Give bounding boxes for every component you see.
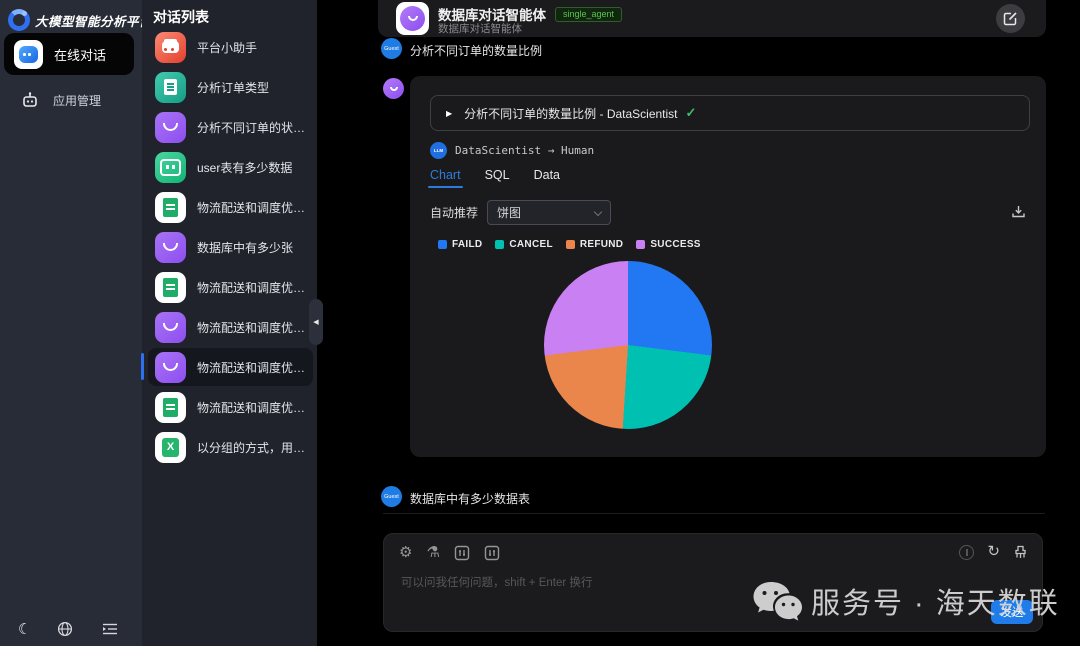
result-tabs: Chart SQL Data: [430, 168, 584, 188]
caret-right-icon: ▶: [446, 109, 452, 118]
legend-item[interactable]: FAILD: [438, 239, 482, 250]
status-circle-icon[interactable]: [959, 545, 974, 560]
sidebar-item-app-management[interactable]: 应用管理: [4, 84, 134, 116]
success-check-icon: ✓: [686, 105, 697, 121]
list-item[interactable]: 物流配送和调度优化...: [148, 268, 313, 306]
chat-header: 数据库对话智能体 single_agent 数据库对话智能体: [378, 0, 1046, 37]
user-message: 数据库中有多少数据表: [410, 490, 530, 507]
composer-placeholder[interactable]: 可以问我任何问题，shift + Enter 换行: [401, 574, 592, 590]
agent-subtitle: 数据库对话智能体: [438, 21, 522, 36]
logo-icon: [8, 9, 30, 31]
sidebar-item-online-chat[interactable]: 在线对话: [4, 33, 134, 75]
agent-avatar-small: [383, 78, 404, 99]
user-avatar: Guest: [381, 486, 402, 507]
step-title: 分析不同订单的数量比例 - DataScientist: [464, 105, 677, 122]
legend-item[interactable]: CANCEL: [495, 239, 552, 250]
list-item[interactable]: 物流配送和调度优化...: [148, 188, 313, 226]
legend-marker: [636, 240, 645, 249]
robot-icon: [21, 91, 39, 109]
refresh-icon[interactable]: ↻: [987, 544, 1000, 560]
list-item[interactable]: 平台小助手: [148, 28, 313, 66]
step-collapse-row[interactable]: ▶ 分析不同订单的数量比例 - DataScientist ✓: [430, 95, 1030, 131]
llm-avatar: LLM: [430, 142, 447, 159]
chart-config-icon-2[interactable]: [484, 545, 500, 561]
book-icon: [155, 272, 186, 303]
legend-marker: [438, 240, 447, 249]
divider: [383, 513, 1045, 514]
conversation-list-panel: 对话列表 平台小助手 分析订单类型 分析不同订单的状态... user表有多少数…: [142, 0, 317, 646]
book-icon: [155, 392, 186, 423]
user-avatar: Guest: [381, 38, 402, 59]
tab-chart[interactable]: Chart: [430, 168, 461, 188]
user-message: 分析不同订单的数量比例: [410, 42, 542, 59]
edit-icon: [1003, 11, 1018, 26]
list-item[interactable]: 物流配送和调度优化...: [148, 388, 313, 426]
list-item[interactable]: 分析订单类型: [148, 68, 313, 106]
agent-icon: [155, 232, 186, 263]
open-edit-button[interactable]: [996, 4, 1025, 33]
chart-legend: FAILD CANCEL REFUND SUCCESS: [438, 239, 714, 250]
panel-collapse-handle[interactable]: ◀: [309, 299, 323, 345]
sidebar-item-label: 在线对话: [54, 45, 106, 64]
collapse-menu-icon[interactable]: [102, 622, 118, 636]
message-composer[interactable]: ⚙ ⚗ ↻ 可以问我任何问题，shift + Enter 换行 发送: [383, 533, 1043, 632]
tab-data[interactable]: Data: [534, 168, 560, 188]
robot-icon: [155, 152, 186, 183]
chart-config-icon[interactable]: [454, 545, 470, 561]
legend-marker: [566, 240, 575, 249]
sidebar-footer: ☾: [0, 616, 142, 642]
collapse-left-icon: ◀: [313, 318, 318, 326]
download-icon: [1011, 204, 1026, 219]
moon-icon[interactable]: ☾: [18, 620, 31, 638]
flask-icon[interactable]: ⚗: [426, 544, 439, 562]
composer-toolbar: ⚙ ⚗: [399, 544, 514, 562]
spreadsheet-icon: [155, 432, 186, 463]
legend-item[interactable]: SUCCESS: [636, 239, 700, 250]
conversation-list: 平台小助手 分析订单类型 分析不同订单的状态... user表有多少数据 物流配…: [148, 28, 313, 468]
chat-bubble-icon: [14, 40, 43, 69]
app-logo: 大模型智能分析平台: [8, 9, 152, 31]
book-icon: [155, 192, 186, 223]
tab-sql[interactable]: SQL: [485, 168, 510, 188]
agent-response-card: ▶ 分析不同订单的数量比例 - DataScientist ✓ LLM Data…: [410, 76, 1046, 457]
send-button[interactable]: 发送: [991, 600, 1033, 624]
agent-icon: [155, 112, 186, 143]
flow-row: LLM DataScientist → Human: [430, 142, 594, 159]
list-item[interactable]: 物流配送和调度优化...: [148, 308, 313, 346]
pie-chart: [544, 261, 712, 429]
globe-icon[interactable]: [57, 621, 73, 637]
list-item[interactable]: 以分组的方式，用图...: [148, 428, 313, 466]
chevron-down-icon: [594, 208, 602, 216]
list-item[interactable]: 物流配送和调度优化...: [148, 348, 313, 386]
app-title: 大模型智能分析平台: [35, 11, 152, 30]
flow-label: DataScientist → Human: [455, 144, 594, 157]
conversation-list-title: 对话列表: [153, 7, 209, 27]
chart-type-select[interactable]: 饼图: [487, 200, 611, 225]
agent-avatar: [396, 2, 429, 35]
composer-actions: ↻: [946, 544, 1028, 560]
legend-item[interactable]: REFUND: [566, 239, 623, 250]
document-icon: [155, 72, 186, 103]
clear-brush-icon[interactable]: [1013, 545, 1028, 560]
download-chart-button[interactable]: [1011, 204, 1026, 219]
auto-recommend-label: 自动推荐: [430, 204, 478, 221]
agent-icon: [155, 312, 186, 343]
list-item[interactable]: 数据库中有多少张: [148, 228, 313, 266]
list-item[interactable]: 分析不同订单的状态...: [148, 108, 313, 146]
assistant-icon: [155, 32, 186, 63]
agent-type-badge: single_agent: [555, 7, 622, 22]
app-window: 大模型智能分析平台 在线对话 应用管理 ☾ 对话列表 平: [0, 0, 1080, 646]
settings-gear-icon[interactable]: ⚙: [399, 544, 412, 562]
primary-sidebar: 大模型智能分析平台 在线对话 应用管理 ☾: [0, 0, 142, 646]
sidebar-item-label: 应用管理: [53, 92, 101, 109]
agent-icon: [155, 352, 186, 383]
legend-marker: [495, 240, 504, 249]
list-item[interactable]: user表有多少数据: [148, 148, 313, 186]
